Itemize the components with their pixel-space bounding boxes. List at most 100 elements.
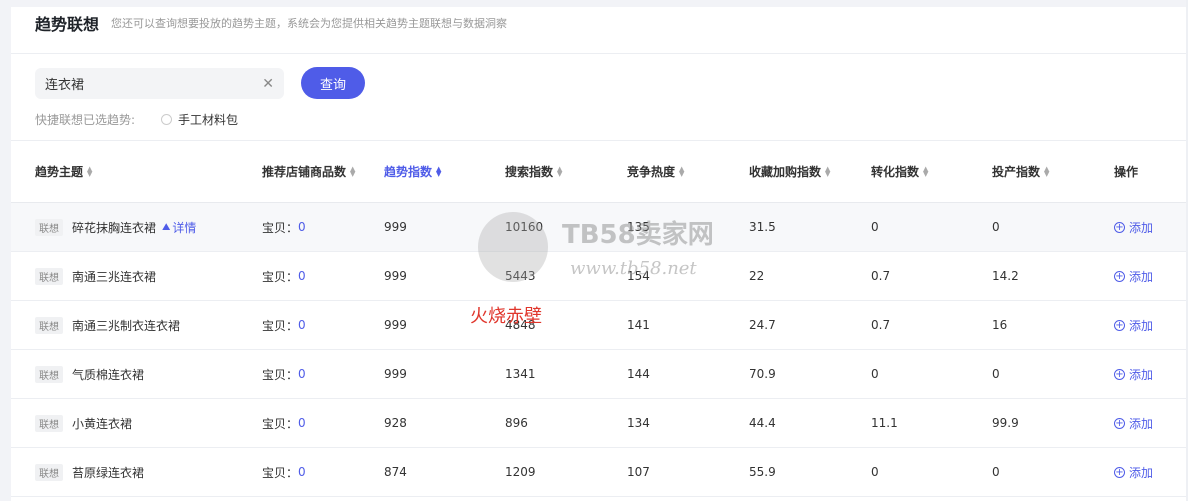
cell-shop-count: 宝贝： 0 xyxy=(262,252,306,300)
shop-count-prefix: 宝贝： xyxy=(262,465,299,480)
add-button[interactable]: + 添加 xyxy=(1114,268,1153,285)
shop-count-link[interactable]: 0 xyxy=(298,220,306,234)
association-tag: 联想 xyxy=(35,218,63,236)
cell-conversion-index: 0 xyxy=(871,367,879,381)
column-header-conversion[interactable]: 转化指数 ▲ ▼ xyxy=(871,141,928,202)
shop-count-link[interactable]: 0 xyxy=(298,416,306,430)
sort-icon[interactable]: ▲ ▼ xyxy=(825,165,830,177)
cell-shop-count: 宝贝： 0 xyxy=(262,350,306,398)
shop-count-prefix: 宝贝： xyxy=(262,269,299,284)
cell-action: + 添加 xyxy=(1114,252,1153,300)
cell-shop-count: 宝贝： 0 xyxy=(262,203,306,251)
sort-icon[interactable]: ▲ ▼ xyxy=(87,165,92,177)
shop-count-link[interactable]: 0 xyxy=(298,367,306,381)
table-row: 联想 南通三兆连衣裙 宝贝： 0 999 5443 154 22 0.7 14.2 + 添加 xyxy=(11,252,1186,301)
cell-roi-index: 16 xyxy=(992,318,1008,332)
column-header-search[interactable]: 搜索指数 ▲ ▼ xyxy=(505,141,562,202)
cell-action: + 添加 xyxy=(1114,448,1153,496)
table-row: 联想 气质棉连衣裙 宝贝： 0 999 1341 144 70.9 0 0 + 添加 xyxy=(11,350,1186,399)
cell-trend-index: 874 xyxy=(384,465,407,479)
column-header-topic[interactable]: 趋势主题 ▲ ▼ xyxy=(35,141,92,202)
plus-circle-icon: + xyxy=(1114,270,1125,282)
cell-search-index: 1209 xyxy=(505,465,536,479)
cell-search-index: 1341 xyxy=(505,367,536,381)
cell-roi-index: 14.2 xyxy=(992,269,1019,283)
radio-icon[interactable] xyxy=(161,113,173,125)
sort-icon[interactable]: ▲ ▼ xyxy=(350,165,355,177)
cell-search-index: 896 xyxy=(505,416,528,430)
sort-icon[interactable]: ▲ ▼ xyxy=(679,165,684,177)
shop-count-prefix: 宝贝： xyxy=(262,416,299,431)
cell-conversion-index: 11.1 xyxy=(871,416,898,430)
cell-action: + 添加 xyxy=(1114,301,1153,349)
table-row: 联想 小黄连衣裙 宝贝： 0 928 896 134 44.4 11.1 99.9 + 添加 xyxy=(11,399,1186,448)
topic-name: 碎花抹胸连衣裙 xyxy=(72,220,157,235)
shop-count-link[interactable]: 0 xyxy=(298,269,306,283)
sort-icon[interactable]: ▲ ▼ xyxy=(436,165,441,177)
cell-topic: 联想 南通三兆制衣连衣裙 xyxy=(35,301,180,349)
cell-topic: 联想 碎花抹胸连衣裙 ⛰ 详情 xyxy=(35,203,196,251)
association-tag: 联想 xyxy=(35,414,63,432)
plus-circle-icon: + xyxy=(1114,319,1125,331)
cell-roi-index: 0 xyxy=(992,220,1000,234)
column-header-trend[interactable]: 趋势指数 ▲ ▼ xyxy=(384,141,441,202)
cell-roi-index: 99.9 xyxy=(992,416,1019,430)
search-input-value[interactable]: 连衣裙 xyxy=(45,74,262,93)
cell-topic: 联想 小黄连衣裙 xyxy=(35,399,132,447)
add-button[interactable]: + 添加 xyxy=(1114,366,1153,383)
column-header-label: 操作 xyxy=(1114,165,1139,179)
topic-name: 小黄连衣裙 xyxy=(72,416,133,431)
plus-circle-icon: + xyxy=(1114,466,1125,478)
cell-trend-index: 999 xyxy=(384,318,407,332)
query-button[interactable]: 查询 xyxy=(301,67,365,99)
shop-count-link[interactable]: 0 xyxy=(298,318,306,332)
add-button[interactable]: + 添加 xyxy=(1114,415,1153,432)
add-button[interactable]: + 添加 xyxy=(1114,464,1153,481)
table-row: 联想 南通三兆制衣连衣裙 宝贝： 0 999 4848 141 24.7 0.7 16 + 添加 xyxy=(11,301,1186,350)
column-header-label: 趋势主题 xyxy=(35,165,84,179)
association-tag: 联想 xyxy=(35,267,63,285)
column-header-roi[interactable]: 投产指数 ▲ ▼ xyxy=(992,141,1049,202)
sort-icon[interactable]: ▲ ▼ xyxy=(923,165,928,177)
detail-link[interactable]: ⛰ 详情 xyxy=(162,219,196,236)
add-button[interactable]: + 添加 xyxy=(1114,317,1153,334)
cell-competition: 144 xyxy=(627,367,650,381)
cell-fav-index: 44.4 xyxy=(749,416,776,430)
plus-circle-icon: + xyxy=(1114,417,1125,429)
plus-circle-icon: + xyxy=(1114,221,1125,233)
topic-name: 南通三兆制衣连衣裙 xyxy=(72,318,181,333)
shop-count-prefix: 宝贝： xyxy=(262,367,299,382)
page-subtitle: 您还可以查询想要投放的趋势主题，系统会为您提供相关趋势主题联想与数据洞察 xyxy=(111,17,508,30)
column-header-fav[interactable]: 收藏加购指数 ▲ ▼ xyxy=(749,141,830,202)
cell-conversion-index: 0 xyxy=(871,465,879,479)
column-header-shop[interactable]: 推荐店铺商品数 ▲ ▼ xyxy=(262,141,355,202)
cell-trend-index: 999 xyxy=(384,269,407,283)
cell-competition: 107 xyxy=(627,465,650,479)
close-icon[interactable]: ✕ xyxy=(262,76,274,92)
cell-topic: 联想 气质棉连衣裙 xyxy=(35,350,144,398)
quick-association-label: 快捷联想已选趋势: xyxy=(35,112,136,127)
cell-roi-index: 0 xyxy=(992,465,1000,479)
cell-search-index: 5443 xyxy=(505,269,536,283)
cell-competition: 134 xyxy=(627,416,650,430)
column-header-competition[interactable]: 竞争热度 ▲ ▼ xyxy=(627,141,684,202)
cell-fav-index: 55.9 xyxy=(749,465,776,479)
association-tag: 联想 xyxy=(35,463,63,481)
page-title: 趋势联想 xyxy=(35,15,100,34)
shop-count-link[interactable]: 0 xyxy=(298,465,306,479)
column-header-label: 推荐店铺商品数 xyxy=(262,165,347,179)
plus-circle-icon: + xyxy=(1114,368,1125,380)
cell-trend-index: 928 xyxy=(384,416,407,430)
cell-action: + 添加 xyxy=(1114,350,1153,398)
add-label: 添加 xyxy=(1129,269,1154,284)
quick-option-radio[interactable]: 手工材料包 xyxy=(161,111,238,128)
sort-icon[interactable]: ▲ ▼ xyxy=(1044,165,1049,177)
sort-icon[interactable]: ▲ ▼ xyxy=(557,165,562,177)
table-header: 趋势主题 ▲ ▼ 推荐店铺商品数 ▲ ▼ 趋势指数 ▲ ▼ 搜索指数 ▲ ▼ 竞争热度 ▲ ▼ 收藏加购指数 ▲… xyxy=(11,141,1186,203)
add-button[interactable]: + 添加 xyxy=(1114,219,1153,236)
search-input[interactable]: 连衣裙 ✕ xyxy=(35,68,284,99)
top-gutter xyxy=(11,0,1188,7)
association-tag: 联想 xyxy=(35,365,63,383)
cell-competition: 154 xyxy=(627,269,650,283)
column-header-label: 搜索指数 xyxy=(505,165,554,179)
